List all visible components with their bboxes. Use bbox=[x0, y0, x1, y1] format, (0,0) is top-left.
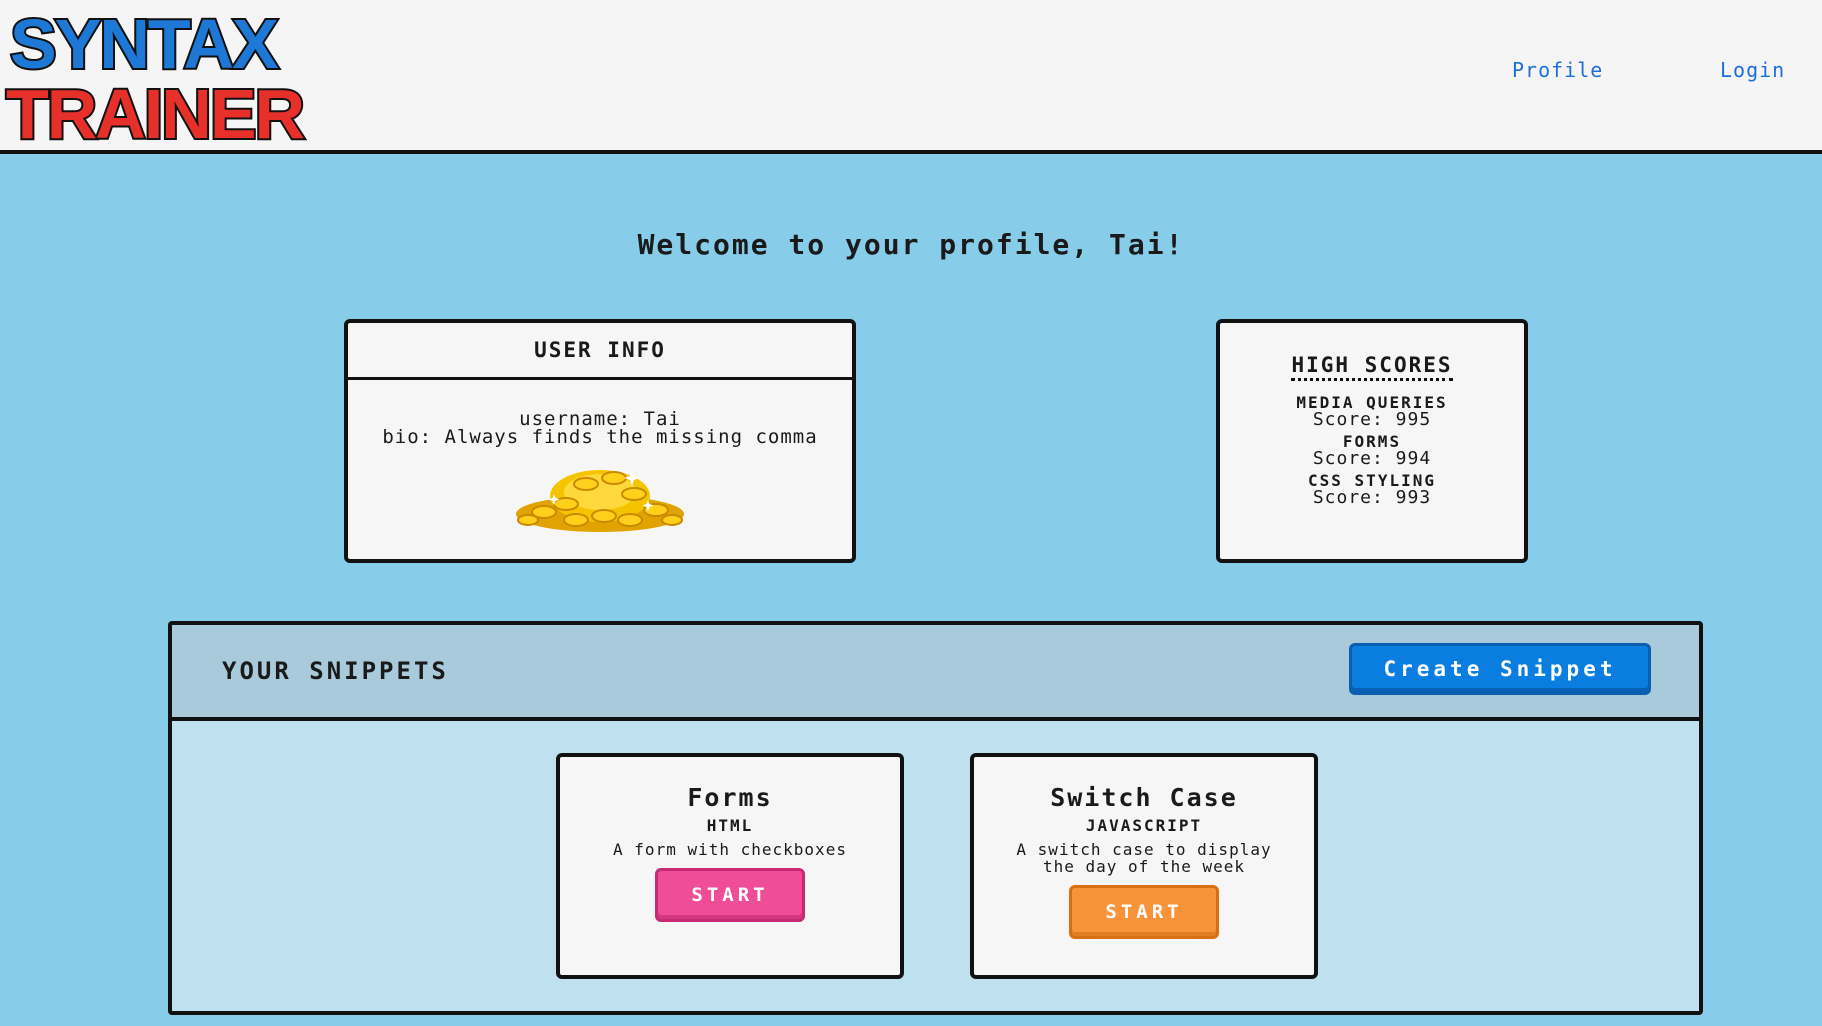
gold-coins-icon bbox=[516, 470, 684, 532]
high-scores-list: MEDIA QUERIES Score: 995 FORMS Score: 99… bbox=[1220, 395, 1524, 508]
high-score-item: FORMS Score: 994 bbox=[1220, 434, 1524, 469]
snippet-language: JAVASCRIPT bbox=[1085, 816, 1203, 835]
site-header: SYNTAX TRAINER Profile Login bbox=[0, 0, 1822, 154]
syntax-trainer-logo[interactable]: SYNTAX TRAINER bbox=[4, 4, 384, 144]
snippet-description: A form with checkboxes bbox=[613, 840, 847, 859]
svg-text:SYNTAX: SYNTAX bbox=[10, 5, 279, 83]
nav-login-link[interactable]: Login bbox=[1720, 58, 1785, 82]
high-score-value: Score: 994 bbox=[1312, 448, 1432, 469]
snippet-title: Switch Case bbox=[1050, 783, 1238, 812]
svg-text:TRAINER: TRAINER bbox=[6, 75, 305, 144]
welcome-heading: Welcome to your profile, Tai! bbox=[637, 228, 1185, 261]
user-info-title: USER INFO bbox=[348, 323, 852, 380]
user-details: username: Tai bio: Always finds the miss… bbox=[348, 410, 852, 448]
high-score-value: Score: 993 bbox=[1312, 487, 1432, 508]
high-scores-title: HIGH SCORES bbox=[1291, 353, 1453, 381]
user-info-card: USER INFO username: Tai bio: Always find… bbox=[344, 319, 856, 563]
snippets-title: YOUR SNIPPETS bbox=[222, 657, 449, 685]
high-scores-card: HIGH SCORES MEDIA QUERIES Score: 995 FOR… bbox=[1216, 319, 1528, 563]
snippets-header: YOUR SNIPPETS Create Snippet bbox=[172, 625, 1699, 721]
high-score-item: CSS STYLING Score: 993 bbox=[1220, 473, 1524, 508]
nav-profile-link[interactable]: Profile bbox=[1512, 58, 1603, 82]
snippet-card-forms: Forms HTML A form with checkboxes START bbox=[556, 753, 904, 979]
snippet-language: HTML bbox=[706, 816, 754, 835]
bio-text: bio: Always finds the missing comma bbox=[382, 426, 818, 448]
high-score-value: Score: 995 bbox=[1312, 409, 1432, 430]
high-score-item: MEDIA QUERIES Score: 995 bbox=[1220, 395, 1524, 430]
create-snippet-button[interactable]: Create Snippet bbox=[1349, 643, 1651, 695]
snippet-title: Forms bbox=[687, 783, 773, 812]
snippet-card-switch-case: Switch Case JAVASCRIPT A switch case to … bbox=[970, 753, 1318, 979]
snippets-panel: YOUR SNIPPETS Create Snippet Forms HTML … bbox=[168, 621, 1703, 1015]
start-button[interactable]: START bbox=[655, 868, 805, 922]
snippet-description: A switch case to display the day of the … bbox=[1016, 840, 1272, 876]
start-button[interactable]: START bbox=[1069, 885, 1219, 939]
